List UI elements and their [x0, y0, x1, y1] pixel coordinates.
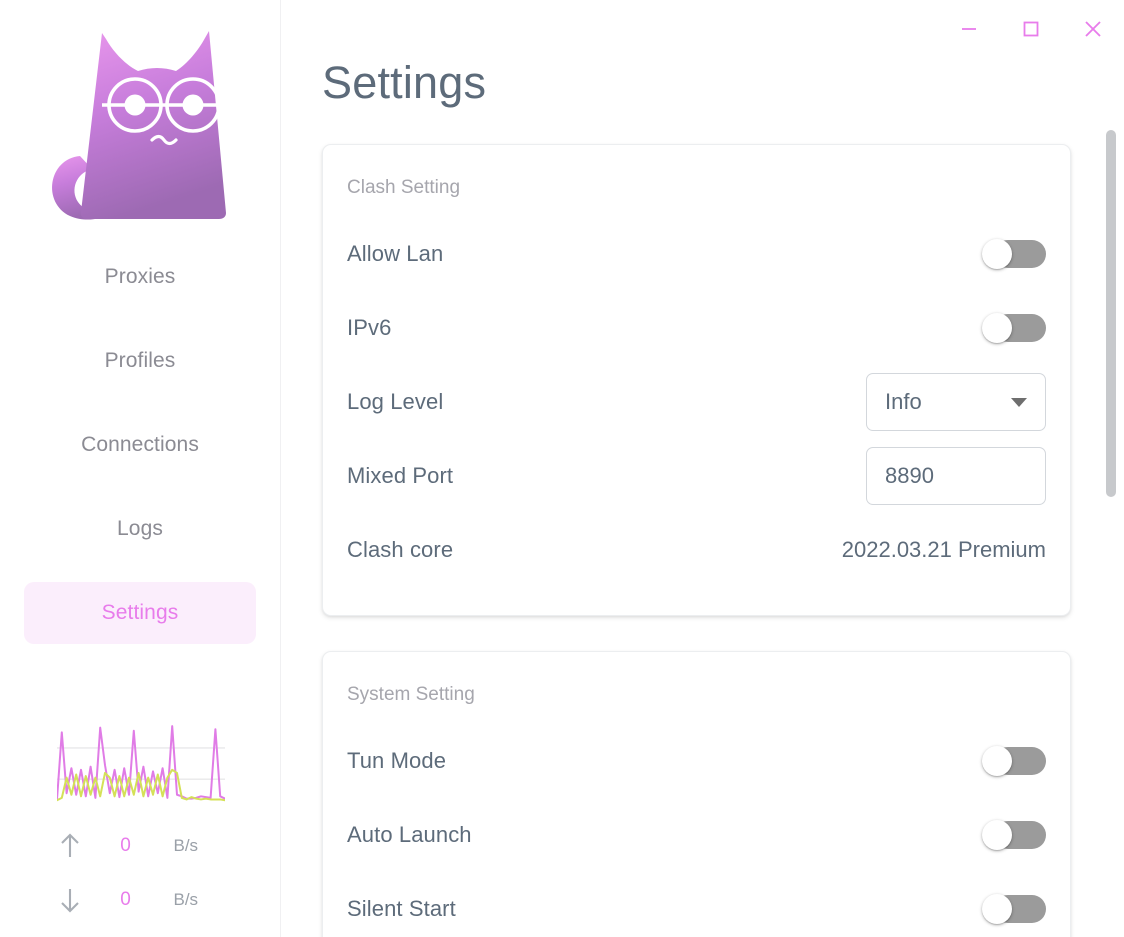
scrollbar[interactable]	[1106, 0, 1116, 937]
minimize-button[interactable]	[938, 1, 1000, 57]
sidebar-item-label: Proxies	[105, 265, 176, 289]
traffic-panel: 0 B/s 0 B/s	[0, 715, 281, 927]
system-setting-card: System Setting Tun Mode Auto Launch	[322, 651, 1071, 937]
allow-lan-toggle[interactable]	[982, 239, 1046, 269]
sidebar-item-label: Profiles	[105, 349, 176, 373]
toggle-knob	[982, 313, 1012, 343]
ipv6-toggle[interactable]	[982, 313, 1046, 343]
clash-setting-card: Clash Setting Allow Lan IPv6	[322, 144, 1071, 616]
close-button[interactable]	[1062, 1, 1124, 57]
row-clash-core: Clash core 2022.03.21 Premium	[347, 513, 1046, 587]
row-label: IPv6	[347, 315, 391, 341]
maximize-button[interactable]	[1000, 1, 1062, 57]
main-content: Settings Clash Setting Allow Lan IPv6	[281, 0, 1124, 937]
app-window: Proxies Profiles Connections Logs Settin…	[0, 0, 1124, 937]
sidebar-item-profiles[interactable]: Profiles	[24, 330, 256, 392]
toggle-knob	[982, 820, 1012, 850]
sidebar-item-label: Settings	[102, 601, 179, 625]
log-level-select[interactable]: Info	[866, 373, 1046, 431]
mixed-port-value: 8890	[885, 463, 934, 489]
auto-launch-toggle[interactable]	[982, 820, 1046, 850]
sidebar-item-proxies[interactable]: Proxies	[24, 246, 256, 308]
row-allow-lan: Allow Lan	[347, 217, 1046, 291]
upload-speed-unit: B/s	[174, 836, 236, 856]
settings-scroll-area[interactable]: Clash Setting Allow Lan IPv6	[281, 125, 1124, 937]
upload-speed-row: 0 B/s	[46, 819, 236, 873]
app-logo	[40, 18, 240, 228]
download-speed-value: 0	[94, 889, 174, 911]
window-controls	[938, 0, 1124, 58]
sidebar-item-label: Logs	[117, 517, 163, 541]
row-silent-start: Silent Start	[347, 872, 1046, 937]
silent-start-toggle[interactable]	[982, 894, 1046, 924]
mixed-port-input[interactable]: 8890	[866, 447, 1046, 505]
download-speed-unit: B/s	[174, 890, 236, 910]
page-title: Settings	[322, 57, 1124, 109]
toggle-knob	[982, 746, 1012, 776]
scrollbar-thumb[interactable]	[1106, 130, 1116, 497]
toggle-knob	[982, 894, 1012, 924]
row-label: Silent Start	[347, 896, 456, 922]
tun-mode-toggle[interactable]	[982, 746, 1046, 776]
upload-speed-value: 0	[94, 835, 174, 857]
sidebar-nav: Proxies Profiles Connections Logs Settin…	[0, 246, 280, 666]
minimize-icon	[958, 18, 980, 40]
row-label: Clash core	[347, 537, 453, 563]
sidebar-item-settings[interactable]: Settings	[24, 582, 256, 644]
clash-setting-label: Clash Setting	[347, 145, 1046, 217]
traffic-chart-svg	[57, 715, 225, 807]
close-icon	[1081, 17, 1105, 41]
row-log-level: Log Level Info	[347, 365, 1046, 439]
log-level-value: Info	[885, 389, 922, 415]
chevron-down-icon	[1011, 398, 1027, 407]
clash-cat-logo-icon	[40, 21, 240, 226]
system-setting-label: System Setting	[347, 652, 1046, 724]
row-label: Allow Lan	[347, 241, 443, 267]
arrow-down-icon	[46, 885, 94, 915]
speed-readouts: 0 B/s 0 B/s	[46, 819, 236, 927]
row-ipv6: IPv6	[347, 291, 1046, 365]
arrow-up-icon	[46, 831, 94, 861]
clash-core-version: 2022.03.21 Premium	[842, 537, 1046, 563]
sidebar-item-logs[interactable]: Logs	[24, 498, 256, 560]
sidebar-item-label: Connections	[81, 433, 199, 457]
row-label: Auto Launch	[347, 822, 472, 848]
row-label: Log Level	[347, 389, 443, 415]
toggle-knob	[982, 239, 1012, 269]
card-spacer	[347, 587, 1046, 615]
row-mixed-port: Mixed Port 8890	[347, 439, 1046, 513]
download-speed-row: 0 B/s	[46, 873, 236, 927]
sidebar-item-connections[interactable]: Connections	[24, 414, 256, 476]
maximize-icon	[1020, 18, 1042, 40]
row-label: Mixed Port	[347, 463, 453, 489]
row-auto-launch: Auto Launch	[347, 798, 1046, 872]
row-label: Tun Mode	[347, 748, 446, 774]
traffic-sparkline-chart	[57, 715, 225, 807]
row-tun-mode: Tun Mode	[347, 724, 1046, 798]
sidebar: Proxies Profiles Connections Logs Settin…	[0, 0, 281, 937]
